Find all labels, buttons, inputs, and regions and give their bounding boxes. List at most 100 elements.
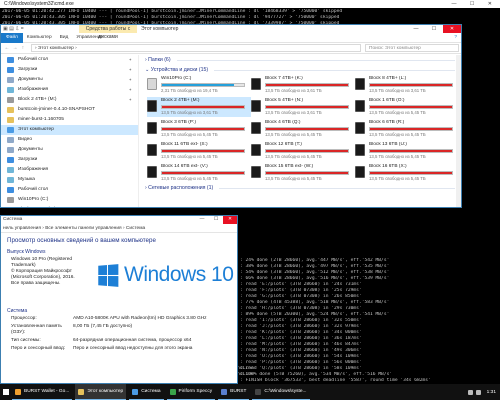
nav-item[interactable]: Этот компьютер [1, 125, 138, 135]
nav-item[interactable]: Block 7 4TB+ (K:) [1, 205, 138, 207]
nav-item[interactable]: burstcoin-jminer-0.4.10-SNAPSHOT [1, 105, 138, 115]
drive-item[interactable]: Block 3 6TB (P:) 13,5 ТБ свободно из 5,45… [147, 119, 251, 139]
drive-name: Block 4 6TB (Q:) [265, 120, 301, 125]
drive-usage-bar [161, 149, 245, 153]
folder-icon [7, 127, 14, 133]
drive-name: Block 8 4TB+ (L:) [369, 76, 407, 81]
up-arrow-icon[interactable]: ↑ [19, 46, 27, 51]
drive-item[interactable]: Block 15 6TB ext- (W:) 13,5 ТБ свободно и… [251, 163, 355, 183]
drive-free-space: 13,5 ТБ свободно из 5,45 ТБ [265, 176, 322, 181]
taskbar-button[interactable]: C:\Windows\syste... [252, 384, 310, 400]
drive-tools-context-tab[interactable]: Средства работы с дисками [79, 25, 137, 40]
windows-logo-icon [98, 263, 119, 287]
console-titlebar[interactable]: C:\Windows\system32\cmd.exe — ☐ ✕ [0, 0, 500, 8]
network-group-label: Сетевые расположения (1) [148, 185, 214, 191]
address-bar[interactable]: › Этот компьютер › [31, 44, 361, 52]
drive-item[interactable]: Block 8 4TB+ (L:) 13,5 ТБ свободно из 3,6… [355, 75, 459, 95]
minimize-icon[interactable]: — [195, 216, 209, 224]
ribbon-file-tab[interactable]: Файл [1, 32, 23, 43]
folder-icon [7, 157, 14, 163]
folders-group-header[interactable]: › Папки (6) [141, 55, 461, 65]
explorer-window[interactable]: ▣ ▤ ⇩ = Средства работы с дисками Этот к… [0, 24, 462, 208]
nav-item-label: Этот компьютер [18, 127, 54, 132]
nav-item[interactable]: Видео [1, 135, 138, 145]
folder-icon [7, 77, 14, 83]
network-group-header[interactable]: › Сетевые расположения (1) [141, 183, 461, 193]
drive-usage-fill [370, 128, 452, 130]
windows-drive-icon [147, 78, 157, 90]
drive-item[interactable]: Block 14 6TB ext- (V:) 13,5 ТБ свободно и… [147, 163, 251, 183]
content-scrollbar[interactable] [456, 55, 461, 207]
system-titlebar[interactable]: Система — ☐ ✕ [1, 216, 237, 224]
volume-icon[interactable] [475, 389, 481, 395]
drive-usage-fill [266, 150, 348, 152]
taskbar-button[interactable]: Система [129, 384, 164, 400]
taskbar-button-label: C:\Windows\syste... [264, 389, 307, 394]
spec-value: 64-разрядная операционная система, проце… [73, 338, 192, 343]
taskbar-button[interactable]: BURST [218, 384, 250, 400]
nav-item[interactable]: Документы [1, 145, 138, 155]
maximize-icon[interactable]: ☐ [425, 25, 443, 33]
nav-item[interactable]: Изображения ✦ [1, 85, 138, 95]
drive-item[interactable]: Block 13 6TB (U:) 13,5 ТБ свободно из 5,4… [355, 141, 459, 161]
back-arrow-icon[interactable]: ← [3, 46, 11, 51]
nav-item[interactable]: Рабочий стол ✦ [1, 55, 138, 65]
drive-item[interactable]: Block 11 6TB ext- (S:) 13,5 ТБ свободно и… [147, 141, 251, 161]
drive-item[interactable]: Block 16 6TB (X:) 13,5 ТБ свободно из 5,4… [355, 163, 459, 183]
close-icon[interactable]: ✕ [223, 216, 237, 224]
nav-item[interactable]: Загрузки ✦ [1, 65, 138, 75]
nav-item[interactable]: Музыка [1, 175, 138, 185]
drive-item[interactable]: Block 5 4TB+ (N:) 13,5 ТБ свободно из 3,6… [251, 97, 355, 117]
spec-value: AMD A10-5800K APU with Radeon(tm) HD Gra… [73, 316, 207, 321]
drive-name: Block 13 6TB (U:) [369, 142, 407, 147]
taskbar-button[interactable]: BURST Wallet - Go... [12, 384, 73, 400]
start-button[interactable] [0, 384, 12, 400]
nav-item[interactable]: Рабочий стол [1, 185, 138, 195]
console-window-controls[interactable]: — ☐ ✕ [452, 0, 500, 8]
nav-item[interactable]: Win10Pro (C:) [1, 195, 138, 205]
nav-item[interactable]: Документы ✦ [1, 75, 138, 85]
clock[interactable]: 1:31 [487, 390, 496, 395]
drive-free-space: 13,5 ТБ свободно из 5,45 ТБ [369, 110, 426, 115]
drive-item[interactable]: Win10Pro (C:) 2,31 ТБ свободно из 19,4 ТБ [147, 75, 251, 95]
network-icon[interactable] [467, 389, 473, 395]
drive-usage-bar [161, 171, 245, 175]
nav-item[interactable]: Изображения [1, 165, 138, 175]
ribbon-tab-view[interactable]: Вид [56, 35, 73, 40]
drive-info: Block 6 6TB (R:) 13,5 ТБ свободно из 5,45… [369, 120, 453, 137]
taskbar-button[interactable]: Этот компьютер [75, 384, 127, 400]
hard-drive-icon [251, 166, 261, 178]
search-input[interactable]: Поиск: Этот компьютер [365, 44, 459, 52]
devices-group-header[interactable]: ⌄ Устройства и диски (15) [141, 65, 461, 75]
explorer-window-controls[interactable]: — ☐ ✕ [407, 25, 461, 33]
drive-item[interactable]: Block 12 6TB (T:) 13,5 ТБ свободно из 5,4… [251, 141, 355, 161]
drive-item[interactable]: Block 7 4TB+ (K:) 13,5 ТБ свободно из 3,6… [251, 75, 355, 95]
drive-item[interactable]: Block 1 6TB (O:) 13,5 ТБ свободно из 5,45… [355, 97, 459, 117]
system-window[interactable]: Система — ☐ ✕ нель управления › Все элем… [0, 215, 238, 384]
forward-arrow-icon[interactable]: → [11, 46, 19, 51]
system-address-bar[interactable]: нель управления › Все элементы панели уп… [1, 224, 237, 233]
maximize-icon[interactable]: ☐ [209, 216, 223, 224]
drive-item[interactable]: Block 4 6TB (Q:) 13,5 ТБ свободно из 5,45… [251, 119, 355, 139]
close-icon[interactable]: ✕ [443, 25, 461, 33]
ribbon-tab-computer[interactable]: Компьютер [23, 35, 56, 40]
help-icon[interactable]: ? [454, 35, 461, 40]
drive-usage-fill [370, 150, 452, 152]
navigation-pane: Рабочий стол ✦ Загрузки ✦ Документы ✦ Изображе… [1, 55, 139, 207]
system-window-controls[interactable]: — ☐ ✕ [195, 216, 237, 224]
hard-drive-icon [355, 144, 365, 156]
drive-usage-fill [162, 150, 244, 152]
nav-item[interactable]: Загрузки [1, 155, 138, 165]
explorer-titlebar[interactable]: ▣ ▤ ⇩ = Средства работы с дисками Этот к… [1, 25, 461, 40]
drive-usage-bar [265, 105, 349, 109]
nav-item[interactable]: Block 2 4TB+ (M:) ✦ [1, 95, 138, 105]
nav-item[interactable]: miner-burst-1.160705 [1, 115, 138, 125]
quick-access-toolbar[interactable]: ▣ ▤ ⇩ = [3, 25, 24, 33]
hard-drive-icon [355, 78, 365, 90]
taskbar-button[interactable]: Piriform Speccy [166, 384, 216, 400]
drive-name: Block 12 6TB (T:) [265, 142, 302, 147]
drive-item[interactable]: Block 6 6TB (R:) 13,5 ТБ свободно из 5,45… [355, 119, 459, 139]
minimize-icon[interactable]: — [407, 25, 425, 33]
drive-item[interactable]: Block 2 4TB+ (M:) 13,5 ТБ свободно из 3,6… [147, 97, 251, 117]
drive-grid: Win10Pro (C:) 2,31 ТБ свободно из 19,4 ТБ… [141, 75, 461, 183]
